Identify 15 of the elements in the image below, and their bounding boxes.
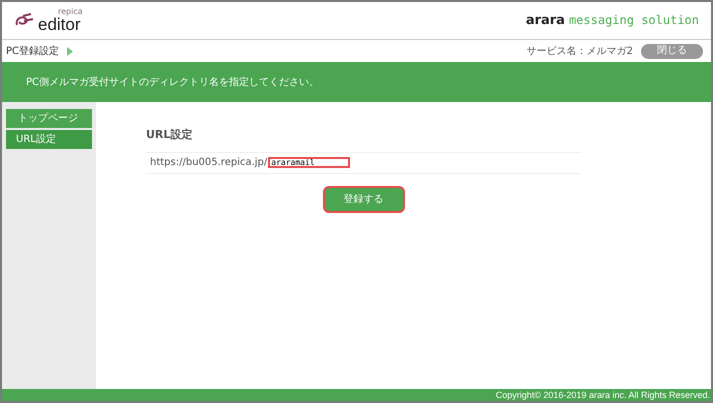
brand-name: arara [526, 12, 565, 30]
banner: PC側メルマガ受付サイトのディレクトリ名を指定してください。 [2, 62, 711, 102]
url-prefix: https://bu005.repica.jp/ [150, 156, 268, 170]
sidebar-item[interactable]: URL設定 [6, 130, 92, 149]
close-button[interactable]: 閉じる [641, 44, 703, 58]
section-title: URL設定 [146, 127, 194, 143]
caret-icon [67, 46, 74, 56]
submit-button[interactable]: 登録する [322, 186, 404, 212]
service-name: サービス名：メルマガ2 [526, 44, 633, 58]
brand-tagline: messaging solution [568, 12, 699, 29]
logo-title: editor [38, 16, 81, 33]
footer: Copyright© 2016-2019 arara inc. All Rights Reserved. [2, 389, 711, 401]
breadcrumb: PC登録設定 [6, 44, 60, 58]
sidebar-item[interactable]: トップページ [6, 109, 92, 128]
logo-subtitle: repica [58, 8, 83, 16]
